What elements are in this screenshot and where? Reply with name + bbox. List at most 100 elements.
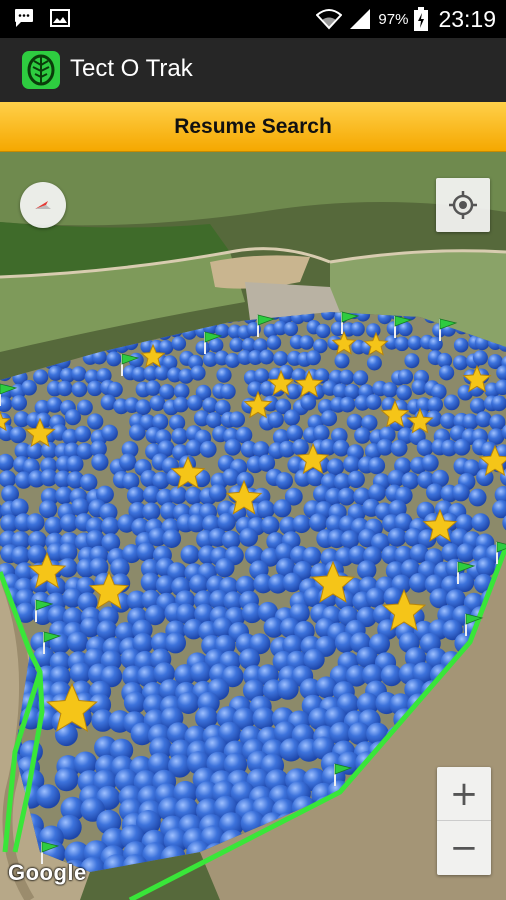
search-marker: [87, 413, 104, 430]
clock: 23:19: [438, 5, 496, 32]
search-marker: [126, 486, 145, 505]
search-marker: [36, 784, 61, 809]
signal-icon: [350, 9, 371, 29]
search-marker: [221, 530, 241, 550]
search-marker: [334, 353, 350, 369]
search-marker: [199, 440, 217, 458]
my-location-button[interactable]: [436, 178, 490, 232]
search-marker: [71, 366, 87, 382]
search-marker: [228, 411, 245, 428]
search-marker: [154, 365, 170, 381]
search-marker: [443, 394, 460, 411]
satellite-map[interactable]: + − Google: [0, 152, 506, 900]
chat-bubble-icon: [15, 9, 33, 27]
search-marker: [21, 379, 37, 396]
search-marker: [452, 483, 470, 502]
search-marker: [471, 513, 490, 532]
search-marker: [129, 424, 146, 441]
search-marker: [366, 323, 381, 338]
search-marker: [439, 365, 455, 381]
wifi-icon: [316, 9, 343, 30]
search-marker: [57, 380, 73, 397]
search-marker: [11, 546, 30, 566]
app-title: Tect O Trak: [70, 55, 193, 82]
search-marker: [299, 335, 314, 350]
search-marker: [332, 439, 350, 457]
search-marker: [220, 383, 236, 400]
search-marker: [283, 409, 300, 426]
search-marker: [292, 514, 311, 534]
battery-percent: 97%: [378, 10, 409, 28]
search-marker: [64, 409, 81, 426]
search-marker: [453, 337, 469, 353]
search-marker: [320, 410, 338, 427]
search-marker: [350, 321, 365, 337]
search-marker: [476, 557, 496, 577]
search-marker: [145, 380, 161, 396]
tree-icon[interactable]: [22, 51, 60, 89]
search-marker: [180, 545, 200, 564]
search-marker: [252, 707, 276, 730]
search-marker: [387, 527, 407, 547]
search-marker: [365, 394, 382, 410]
search-marker: [427, 396, 443, 413]
app-action-bar: Tect O Trak: [0, 38, 506, 102]
map-canvas[interactable]: [0, 152, 506, 900]
image-icon: [50, 9, 70, 27]
search-marker: [273, 499, 292, 518]
compass-icon: [35, 201, 51, 209]
search-marker: [396, 384, 412, 401]
search-marker: [215, 558, 235, 578]
search-marker: [91, 453, 109, 471]
search-marker: [300, 394, 317, 411]
search-marker: [71, 498, 90, 517]
compass-button[interactable]: [20, 182, 66, 228]
search-marker: [309, 513, 328, 532]
search-marker: [224, 438, 242, 456]
search-marker: [259, 349, 274, 365]
search-marker: [239, 527, 258, 547]
search-marker: [33, 369, 49, 385]
search-marker: [123, 691, 147, 714]
search-marker: [354, 427, 371, 444]
search-marker: [142, 502, 161, 521]
search-marker: [119, 453, 137, 471]
search-marker: [71, 381, 88, 398]
search-marker: [421, 454, 439, 472]
search-marker: [80, 473, 98, 491]
search-marker: [39, 500, 58, 519]
search-marker: [367, 457, 386, 475]
search-marker: [347, 470, 365, 488]
search-marker: [337, 487, 356, 506]
search-marker: [404, 353, 420, 369]
search-marker: [338, 369, 355, 385]
search-marker: [292, 439, 309, 456]
search-marker: [366, 355, 382, 371]
search-marker: [74, 425, 91, 443]
search-marker: [273, 351, 289, 366]
search-marker: [165, 632, 186, 654]
search-marker: [468, 488, 487, 507]
resume-search-button[interactable]: Resume Search: [0, 102, 506, 152]
search-marker: [101, 516, 120, 536]
search-marker: [353, 370, 369, 386]
search-marker: [453, 438, 471, 456]
zoom-out-button[interactable]: −: [437, 821, 491, 875]
notification-icons: [12, 6, 72, 30]
search-marker: [316, 323, 331, 339]
search-marker: [326, 458, 345, 476]
search-marker: [190, 661, 212, 684]
search-marker: [172, 396, 189, 413]
search-marker: [171, 427, 188, 445]
search-marker: [54, 767, 79, 792]
search-marker: [149, 395, 166, 412]
search-marker: [208, 484, 227, 502]
search-marker: [256, 500, 275, 519]
search-marker: [46, 397, 63, 413]
google-attribution: Google: [8, 860, 87, 885]
search-marker: [171, 336, 187, 351]
search-marker: [397, 369, 414, 385]
zoom-in-button[interactable]: +: [437, 767, 491, 821]
search-marker: [66, 455, 84, 473]
search-marker: [261, 516, 280, 535]
